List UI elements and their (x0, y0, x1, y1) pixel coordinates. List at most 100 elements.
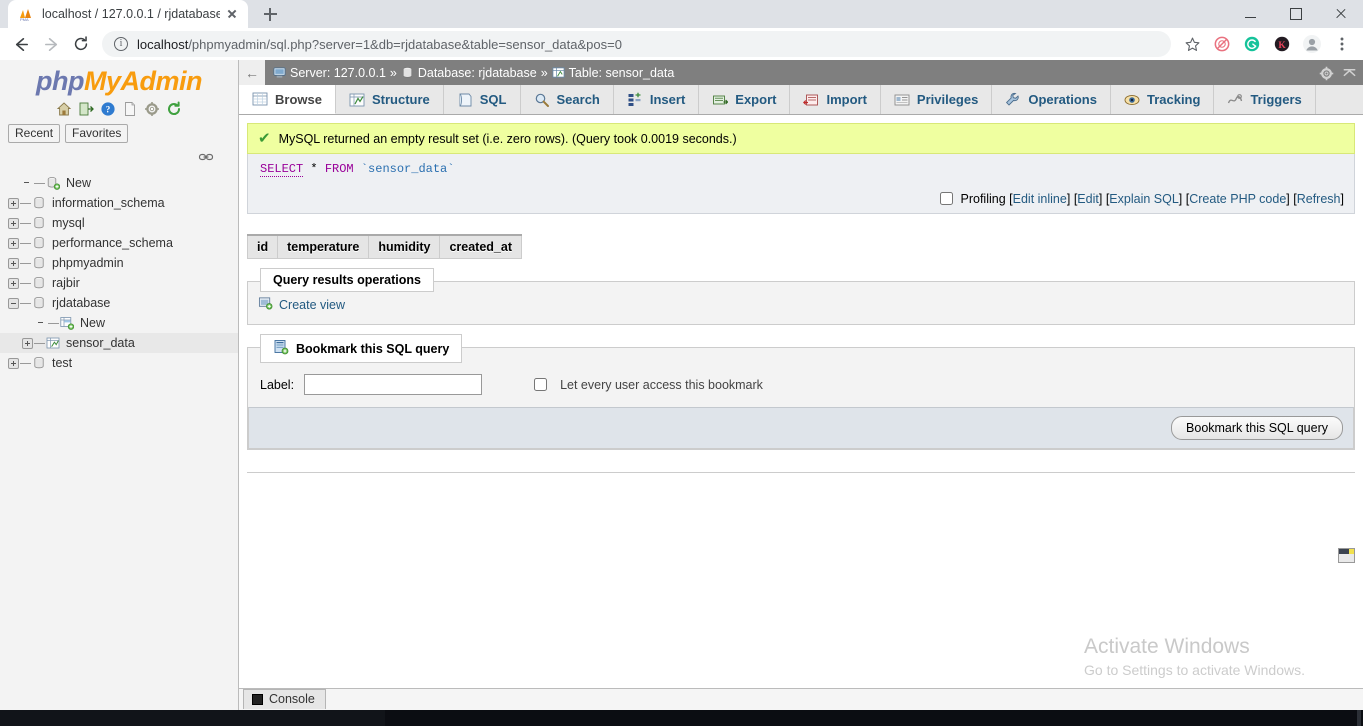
reload-icon[interactable] (166, 101, 182, 117)
tree-item-label: mysql (52, 216, 85, 230)
expand-icon[interactable] (22, 337, 33, 349)
grammarly-icon[interactable] (1237, 29, 1267, 59)
tab-import[interactable]: Import (790, 85, 881, 114)
tab-triggers[interactable]: Triggers (1214, 85, 1316, 114)
tab-structure[interactable]: Structure (335, 85, 444, 114)
adblock-icon[interactable] (1207, 29, 1237, 59)
tree-item-new[interactable]: New (0, 313, 238, 333)
profile-avatar-icon[interactable] (1297, 29, 1327, 59)
tab-tracking[interactable]: Tracking (1110, 85, 1215, 114)
sql-action-refresh: [Refresh] (1290, 192, 1344, 206)
console-toggle-button[interactable]: Console (243, 689, 326, 709)
wiki-icon[interactable] (122, 101, 138, 117)
info-circle-icon[interactable]: i (114, 37, 128, 51)
expand-icon[interactable] (8, 197, 19, 209)
kaspersky-icon[interactable]: K (1267, 29, 1297, 59)
tree-item-label: New (80, 316, 106, 330)
tab-sql[interactable]: SQL (443, 85, 521, 114)
bookmark-public-checkbox[interactable] (534, 378, 548, 391)
expand-icon[interactable] (8, 257, 19, 269)
tab-insert[interactable]: Insert (613, 85, 700, 114)
tree-item-phpmyadmin[interactable]: phpmyadmin (0, 253, 238, 273)
chain-link-icon[interactable] (198, 149, 214, 165)
tree-item-label: New (66, 176, 92, 190)
address-bar-url: localhost/phpmyadmin/sql.php?server=1&db… (137, 37, 622, 52)
sql-action-link[interactable]: Refresh (1297, 192, 1341, 206)
tree-connector (34, 182, 45, 184)
tab-search[interactable]: Search (520, 85, 614, 114)
settings-icon[interactable] (144, 101, 160, 117)
chrome-menu-icon[interactable] (1327, 29, 1357, 59)
breadcrumb-server[interactable]: Server: 127.0.0.1 (290, 66, 386, 80)
tree-item-test[interactable]: test (0, 353, 238, 373)
tab-privileges[interactable]: Privileges (880, 85, 993, 114)
tab-label: Search (556, 92, 600, 107)
column-header[interactable]: humidity (368, 234, 441, 259)
expand-icon[interactable] (8, 277, 19, 289)
taskbar-apps[interactable] (0, 710, 385, 726)
collapse-up-icon[interactable] (1342, 66, 1356, 79)
breadcrumb-separator-2: » (540, 65, 548, 80)
maximize-icon[interactable] (1273, 0, 1318, 28)
profiling-checkbox[interactable] (940, 192, 954, 205)
forward-arrow-icon[interactable] (36, 29, 66, 59)
executed-sql[interactable]: SELECT * FROM `sensor_data` (247, 154, 1355, 184)
expand-icon[interactable] (8, 237, 19, 249)
reload-icon[interactable] (66, 29, 96, 59)
tree-item-performance-schema[interactable]: performance_schema (0, 233, 238, 253)
favorites-chip[interactable]: Favorites (65, 124, 129, 143)
minimize-icon[interactable] (1228, 0, 1273, 28)
collapse-icon[interactable] (8, 297, 19, 309)
sql-action-link[interactable]: Create PHP code (1189, 192, 1286, 206)
breadcrumb-database[interactable]: Database: rjdatabase (418, 66, 537, 80)
create-view-link[interactable]: Create view (258, 296, 1344, 314)
sql-action-link[interactable]: Explain SQL (1109, 192, 1178, 206)
query-results-operations-panel: Query results operations Create view (247, 268, 1355, 325)
browser-tab[interactable]: PMA localhost / 127.0.0.1 / rjdatabase (8, 0, 248, 28)
scroll-to-top-icon[interactable] (1338, 548, 1355, 563)
breadcrumb-table[interactable]: Table: sensor_data (569, 66, 675, 80)
column-header[interactable]: id (246, 234, 279, 259)
tab-operations[interactable]: Operations (992, 85, 1111, 114)
bookmark-submit-button[interactable]: Bookmark this SQL query (1171, 416, 1343, 440)
column-header[interactable]: created_at (439, 234, 522, 259)
expand-icon[interactable] (8, 357, 19, 369)
bookmark-panel: Bookmark this SQL query Label: Let every… (247, 334, 1355, 450)
back-arrow-icon[interactable] (6, 29, 36, 59)
tab-export[interactable]: Export (699, 85, 791, 114)
phpmyadmin-logo[interactable]: phpMyAdmin (0, 60, 238, 97)
tab-label: Import (826, 92, 867, 107)
recent-chip[interactable]: Recent (8, 124, 61, 143)
url-host: localhost (137, 36, 189, 52)
bookmark-label-input[interactable] (304, 374, 483, 395)
breadcrumb-back-icon[interactable]: ← (239, 60, 265, 85)
tree-item-rajbir[interactable]: rajbir (0, 273, 238, 293)
star-icon[interactable] (1177, 29, 1207, 59)
home-icon[interactable] (56, 101, 72, 117)
tab-label: Insert (649, 92, 686, 107)
import-icon (803, 92, 819, 108)
docs-icon[interactable]: ? (100, 101, 116, 117)
db-icon (32, 356, 46, 370)
bookmark-icon (273, 339, 289, 358)
tree-item-sensor-data[interactable]: sensor_data (0, 333, 238, 353)
close-icon[interactable] (224, 6, 240, 22)
gear-icon[interactable] (1319, 66, 1334, 81)
address-bar[interactable]: i localhost/phpmyadmin/sql.php?server=1&… (102, 31, 1171, 57)
expand-icon[interactable] (8, 217, 19, 229)
close-icon[interactable] (1318, 0, 1363, 28)
sql-action-link[interactable]: Edit (1077, 192, 1099, 206)
sql-action-link[interactable]: Edit inline (1013, 192, 1067, 206)
show-desktop-button[interactable] (1357, 710, 1361, 726)
tree-item-information-schema[interactable]: information_schema (0, 193, 238, 213)
tree-item-new[interactable]: New (0, 173, 238, 193)
tab-browse[interactable]: Browse (239, 85, 336, 114)
tree-item-rjdatabase[interactable]: rjdatabase (0, 293, 238, 313)
db-icon (32, 216, 46, 230)
column-header[interactable]: temperature (277, 234, 370, 259)
tree-item-mysql[interactable]: mysql (0, 213, 238, 233)
logout-icon[interactable] (78, 101, 94, 117)
console-label: Console (269, 692, 315, 706)
new-tab-button[interactable] (256, 0, 284, 28)
phpmyadmin-app: phpMyAdmin ? Recent Favorites New inform… (0, 60, 1363, 726)
